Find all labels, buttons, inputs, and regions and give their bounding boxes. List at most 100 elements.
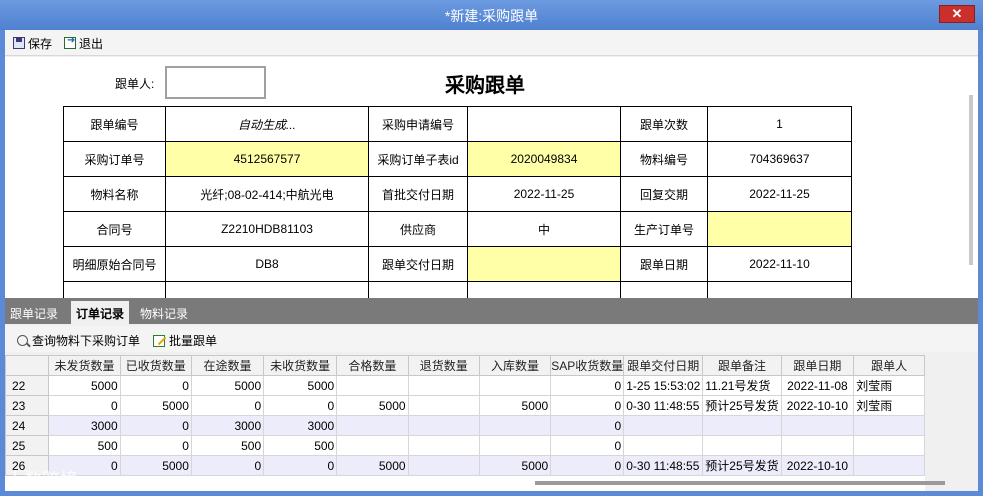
table-cell[interactable]: 0 <box>119 375 192 396</box>
table-cell[interactable]: 0-30 11:48:55 <box>623 455 704 476</box>
column-header[interactable]: 入库数量 <box>478 355 552 376</box>
table-cell[interactable]: 预计25号发货 <box>702 455 782 476</box>
material-number-field[interactable]: 704369637 <box>707 141 852 177</box>
column-header[interactable]: 退货数量 <box>407 355 480 376</box>
follow-count-field[interactable]: 1 <box>707 106 852 142</box>
table-cell[interactable] <box>407 455 480 476</box>
follower-input[interactable] <box>165 66 266 99</box>
table-cell[interactable] <box>623 435 704 456</box>
table-cell[interactable] <box>853 455 925 476</box>
column-header[interactable]: 合格数量 <box>336 355 409 376</box>
table-cell[interactable]: 0 <box>550 415 625 436</box>
first-delivery-date-field[interactable]: 2022-11-25 <box>467 176 621 212</box>
table-cell[interactable]: 500 <box>48 435 121 456</box>
table-cell[interactable] <box>407 415 480 436</box>
table-row[interactable]: 23 0 5000 0 0 5000 5000 0 0-30 11:48:55 … <box>5 395 925 416</box>
follow-date-field[interactable]: 2022-11-10 <box>707 246 852 282</box>
table-cell[interactable]: 5000 <box>48 375 121 396</box>
tab-material-records[interactable]: 物料记录 <box>135 301 193 324</box>
table-cell[interactable] <box>478 415 552 436</box>
table-cell[interactable]: 5000 <box>119 455 192 476</box>
table-cell[interactable]: 500 <box>263 435 338 456</box>
table-cell[interactable]: 2022-10-10 <box>780 395 855 416</box>
table-cell[interactable]: 0 <box>550 435 625 456</box>
table-cell[interactable]: 1-25 15:53:02 <box>623 375 704 396</box>
supplier-field[interactable]: 中 <box>467 211 621 247</box>
table-cell[interactable]: 5000 <box>478 395 552 416</box>
purchase-request-number-field[interactable] <box>467 106 621 142</box>
table-row[interactable]: 26 0 5000 0 0 5000 5000 0 0-30 11:48:55 … <box>5 455 925 476</box>
table-cell[interactable] <box>478 375 552 396</box>
table-cell[interactable]: 0 <box>263 455 338 476</box>
table-cell[interactable]: 0 <box>263 395 338 416</box>
purchase-order-number-field[interactable]: 4512567577 <box>165 141 369 177</box>
table-cell[interactable]: 2022-11-08 <box>780 375 855 396</box>
column-header[interactable]: 跟单人 <box>853 355 925 376</box>
table-cell[interactable]: 0 <box>190 455 265 476</box>
column-header[interactable]: SAP收货数量 <box>550 355 625 376</box>
table-cell[interactable]: 0 <box>550 395 625 416</box>
table-row[interactable]: 24 3000 0 3000 3000 0 <box>5 415 925 436</box>
table-cell[interactable]: 5000 <box>263 375 338 396</box>
column-header[interactable]: 跟单备注 <box>702 355 782 376</box>
column-header[interactable]: 未发货数量 <box>48 355 121 376</box>
batch-follow-button[interactable]: 批量跟单 <box>153 332 217 349</box>
reply-delivery-date-field[interactable]: 2022-11-25 <box>707 176 852 212</box>
close-button[interactable]: ✕ <box>939 5 975 23</box>
table-cell[interactable]: 0 <box>119 415 192 436</box>
table-cell[interactable]: 2022-10-10 <box>780 455 855 476</box>
table-cell[interactable] <box>702 435 782 456</box>
table-cell[interactable]: 11.21号发货 <box>702 375 782 396</box>
table-cell[interactable] <box>478 435 552 456</box>
table-row[interactable]: 25 500 0 500 500 0 <box>5 435 925 456</box>
table-cell[interactable]: 500 <box>190 435 265 456</box>
query-orders-button[interactable]: 查询物料下采购订单 <box>17 332 140 349</box>
production-order-number-field[interactable] <box>707 211 852 247</box>
table-cell[interactable]: 0 <box>48 395 121 416</box>
table-cell[interactable] <box>407 395 480 416</box>
table-cell[interactable] <box>336 415 409 436</box>
table-cell[interactable]: 0 <box>190 395 265 416</box>
tab-order-records[interactable]: 订单记录 <box>71 301 130 324</box>
table-cell[interactable]: 5000 <box>478 455 552 476</box>
follow-number-field[interactable]: 自动生成... <box>165 106 369 142</box>
form-scrollbar[interactable] <box>969 95 973 265</box>
contract-number-field[interactable]: Z2210HDB81103 <box>165 211 369 247</box>
table-cell[interactable]: 0 <box>119 435 192 456</box>
table-cell[interactable]: 刘莹雨 <box>853 375 925 396</box>
table-cell[interactable]: 5000 <box>336 455 409 476</box>
table-cell[interactable] <box>780 415 855 436</box>
table-cell[interactable]: 5000 <box>190 375 265 396</box>
table-cell[interactable]: 5000 <box>336 395 409 416</box>
table-cell[interactable] <box>853 415 925 436</box>
grid-horizontal-scrollbar[interactable] <box>535 481 945 485</box>
save-button[interactable]: 保存 <box>13 35 52 51</box>
column-header[interactable]: 未收货数量 <box>263 355 338 376</box>
table-cell[interactable]: 5000 <box>119 395 192 416</box>
exit-button[interactable]: 退出 <box>64 35 103 51</box>
table-cell[interactable]: 0 <box>550 455 625 476</box>
table-cell[interactable] <box>407 435 480 456</box>
table-cell[interactable] <box>336 435 409 456</box>
table-cell[interactable]: 3000 <box>48 415 121 436</box>
table-cell[interactable] <box>853 435 925 456</box>
table-cell[interactable]: 预计25号发货 <box>702 395 782 416</box>
column-header[interactable]: 跟单交付日期 <box>623 355 704 376</box>
table-cell[interactable]: 刘莹雨 <box>853 395 925 416</box>
table-row[interactable]: 22 5000 0 5000 5000 0 1-25 15:53:02 11.2… <box>5 375 925 396</box>
follow-delivery-date-field[interactable] <box>467 246 621 282</box>
table-cell[interactable] <box>780 435 855 456</box>
column-header[interactable]: 已收货数量 <box>119 355 192 376</box>
order-subtable-id-field[interactable]: 2020049834 <box>467 141 621 177</box>
detail-contract-number-field[interactable]: DB8 <box>165 246 369 282</box>
table-cell[interactable]: 0 <box>550 375 625 396</box>
tab-follow-records[interactable]: 跟单记录 <box>5 301 63 324</box>
table-cell[interactable] <box>407 375 480 396</box>
table-cell[interactable]: 0-30 11:48:55 <box>623 395 704 416</box>
table-cell[interactable]: 3000 <box>190 415 265 436</box>
column-header[interactable]: 跟单日期 <box>780 355 855 376</box>
column-header[interactable]: 在途数量 <box>190 355 265 376</box>
table-cell[interactable]: 3000 <box>263 415 338 436</box>
table-cell[interactable] <box>336 375 409 396</box>
material-name-field[interactable]: 光纤;08-02-414;中航光电 <box>165 176 369 212</box>
